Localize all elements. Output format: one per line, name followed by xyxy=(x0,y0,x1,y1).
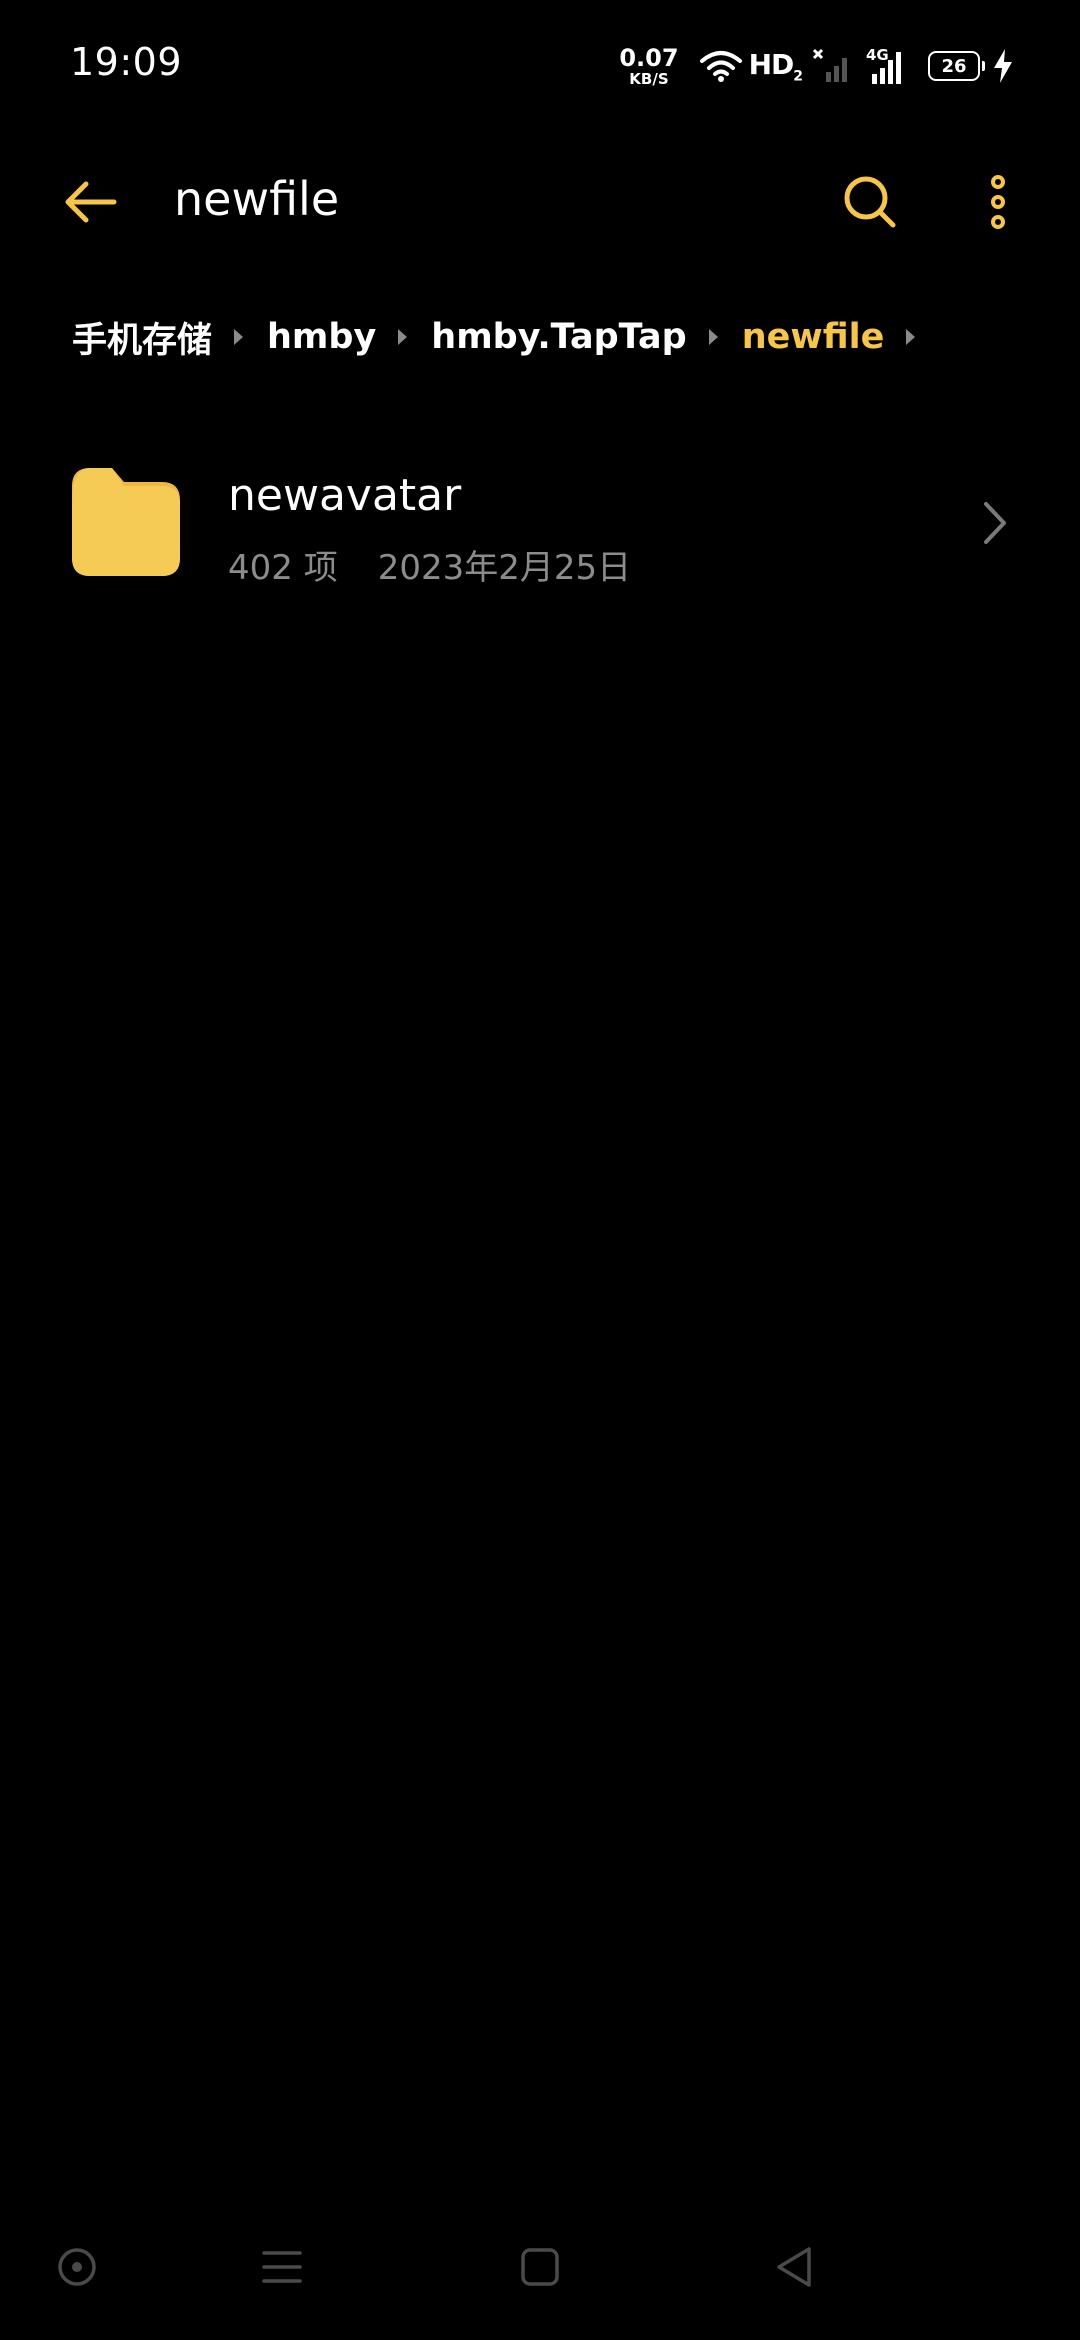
hd-sub: 2 xyxy=(793,68,803,85)
navigation-bar xyxy=(0,2230,1080,2310)
charging-bolt-icon xyxy=(994,49,1012,83)
nav-menu-button[interactable] xyxy=(247,2232,317,2302)
folder-icon xyxy=(72,468,180,576)
folder-meta: 402 项 2023年2月25日 xyxy=(228,540,631,589)
status-time: 19:09 xyxy=(70,40,183,84)
page-title: newfile xyxy=(174,172,340,226)
toolbar: newfile xyxy=(0,150,1080,254)
wifi-icon xyxy=(699,51,742,82)
search-button[interactable] xyxy=(840,172,900,232)
breadcrumb-item-phone-storage[interactable]: 手机存储 xyxy=(72,312,212,363)
hd-voice-indicator: HD2 xyxy=(748,47,803,85)
battery-icon: 26 xyxy=(928,51,985,81)
menu-icon xyxy=(262,2251,302,2283)
folder-item-count: 402 项 xyxy=(228,548,338,588)
arrow-left-icon xyxy=(65,181,117,223)
status-bar: 19:09 0.07 KB/S HD2 4G 26 xyxy=(0,0,1080,130)
signal-4g-icon: 4G xyxy=(866,46,912,86)
back-button[interactable] xyxy=(60,174,124,230)
status-icons: 0.07 KB/S HD2 4G 26 xyxy=(619,44,1014,88)
circle-dot-icon xyxy=(58,2248,96,2286)
more-options-button[interactable] xyxy=(976,172,1020,232)
folder-name: newavatar xyxy=(228,470,462,521)
breadcrumb-separator-icon xyxy=(906,329,916,345)
breadcrumb-separator-icon xyxy=(234,329,244,345)
folder-date: 2023年2月25日 xyxy=(377,548,632,588)
search-icon xyxy=(844,176,896,228)
breadcrumb-separator-icon xyxy=(398,329,408,345)
network-speed-unit: KB/S xyxy=(629,69,669,88)
breadcrumb-item-newfile[interactable]: newfile xyxy=(742,317,885,357)
chevron-right-icon xyxy=(984,502,1006,544)
network-speed-value: 0.07 xyxy=(619,43,679,72)
battery-level: 26 xyxy=(941,55,967,77)
nav-assistant-button[interactable] xyxy=(42,2232,112,2302)
signal-no-service-icon xyxy=(812,48,847,82)
hd-label: HD xyxy=(748,47,795,81)
nav-back-button[interactable] xyxy=(760,2232,830,2302)
breadcrumb-item-hmby[interactable]: hmby xyxy=(267,317,376,357)
list-item-folder[interactable]: newavatar 402 项 2023年2月25日 xyxy=(0,440,1080,606)
breadcrumb-separator-icon xyxy=(708,329,718,345)
breadcrumb: 手机存储 hmby hmby.TapTap newfile xyxy=(72,312,939,362)
network-speed: 0.07 KB/S xyxy=(619,46,678,87)
square-icon xyxy=(521,2248,559,2286)
nav-home-button[interactable] xyxy=(505,2232,575,2302)
triangle-back-icon xyxy=(777,2247,811,2287)
more-vertical-icon xyxy=(991,175,1005,229)
breadcrumb-item-hmby-taptap[interactable]: hmby.TapTap xyxy=(431,317,686,357)
